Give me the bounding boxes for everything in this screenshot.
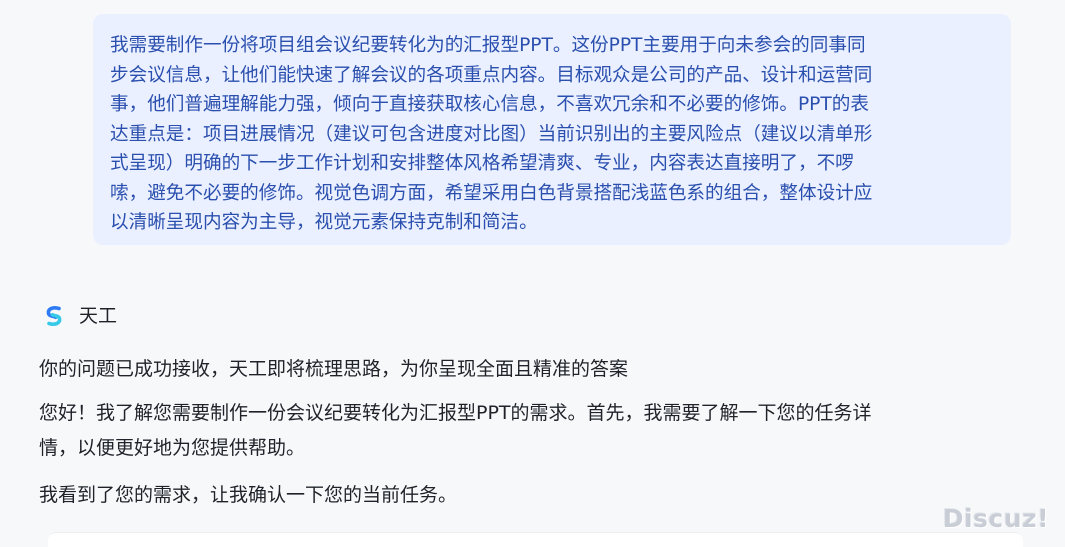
user-message-text: 我需要制作一份将项目组会议纪要转化为的汇报型PPT。这份PPT主要用于向未参会的… [110, 35, 873, 233]
assistant-message-received: 你的问题已成功接收，天工即将梳理思路，为你呈现全面且精准的答案 [39, 358, 629, 380]
tiangong-logo-icon [46, 306, 62, 326]
assistant-header: 天工 [42, 300, 117, 332]
assistant-message-confirm: 我看到了您的需求，让我确认一下您的当前任务。 [39, 484, 458, 506]
assistant-name: 天工 [79, 305, 118, 327]
discuz-watermark: Discuz! [942, 504, 1049, 533]
assistant-message-greeting: 您好！我了解您需要制作一份会议纪要转化为汇报型PPT的需求。首先，我需要了解一下… [39, 402, 872, 459]
user-message-bubble: 我需要制作一份将项目组会议纪要转化为的汇报型PPT。这份PPT主要用于向未参会的… [93, 14, 1011, 245]
next-card-edge [48, 532, 1023, 547]
